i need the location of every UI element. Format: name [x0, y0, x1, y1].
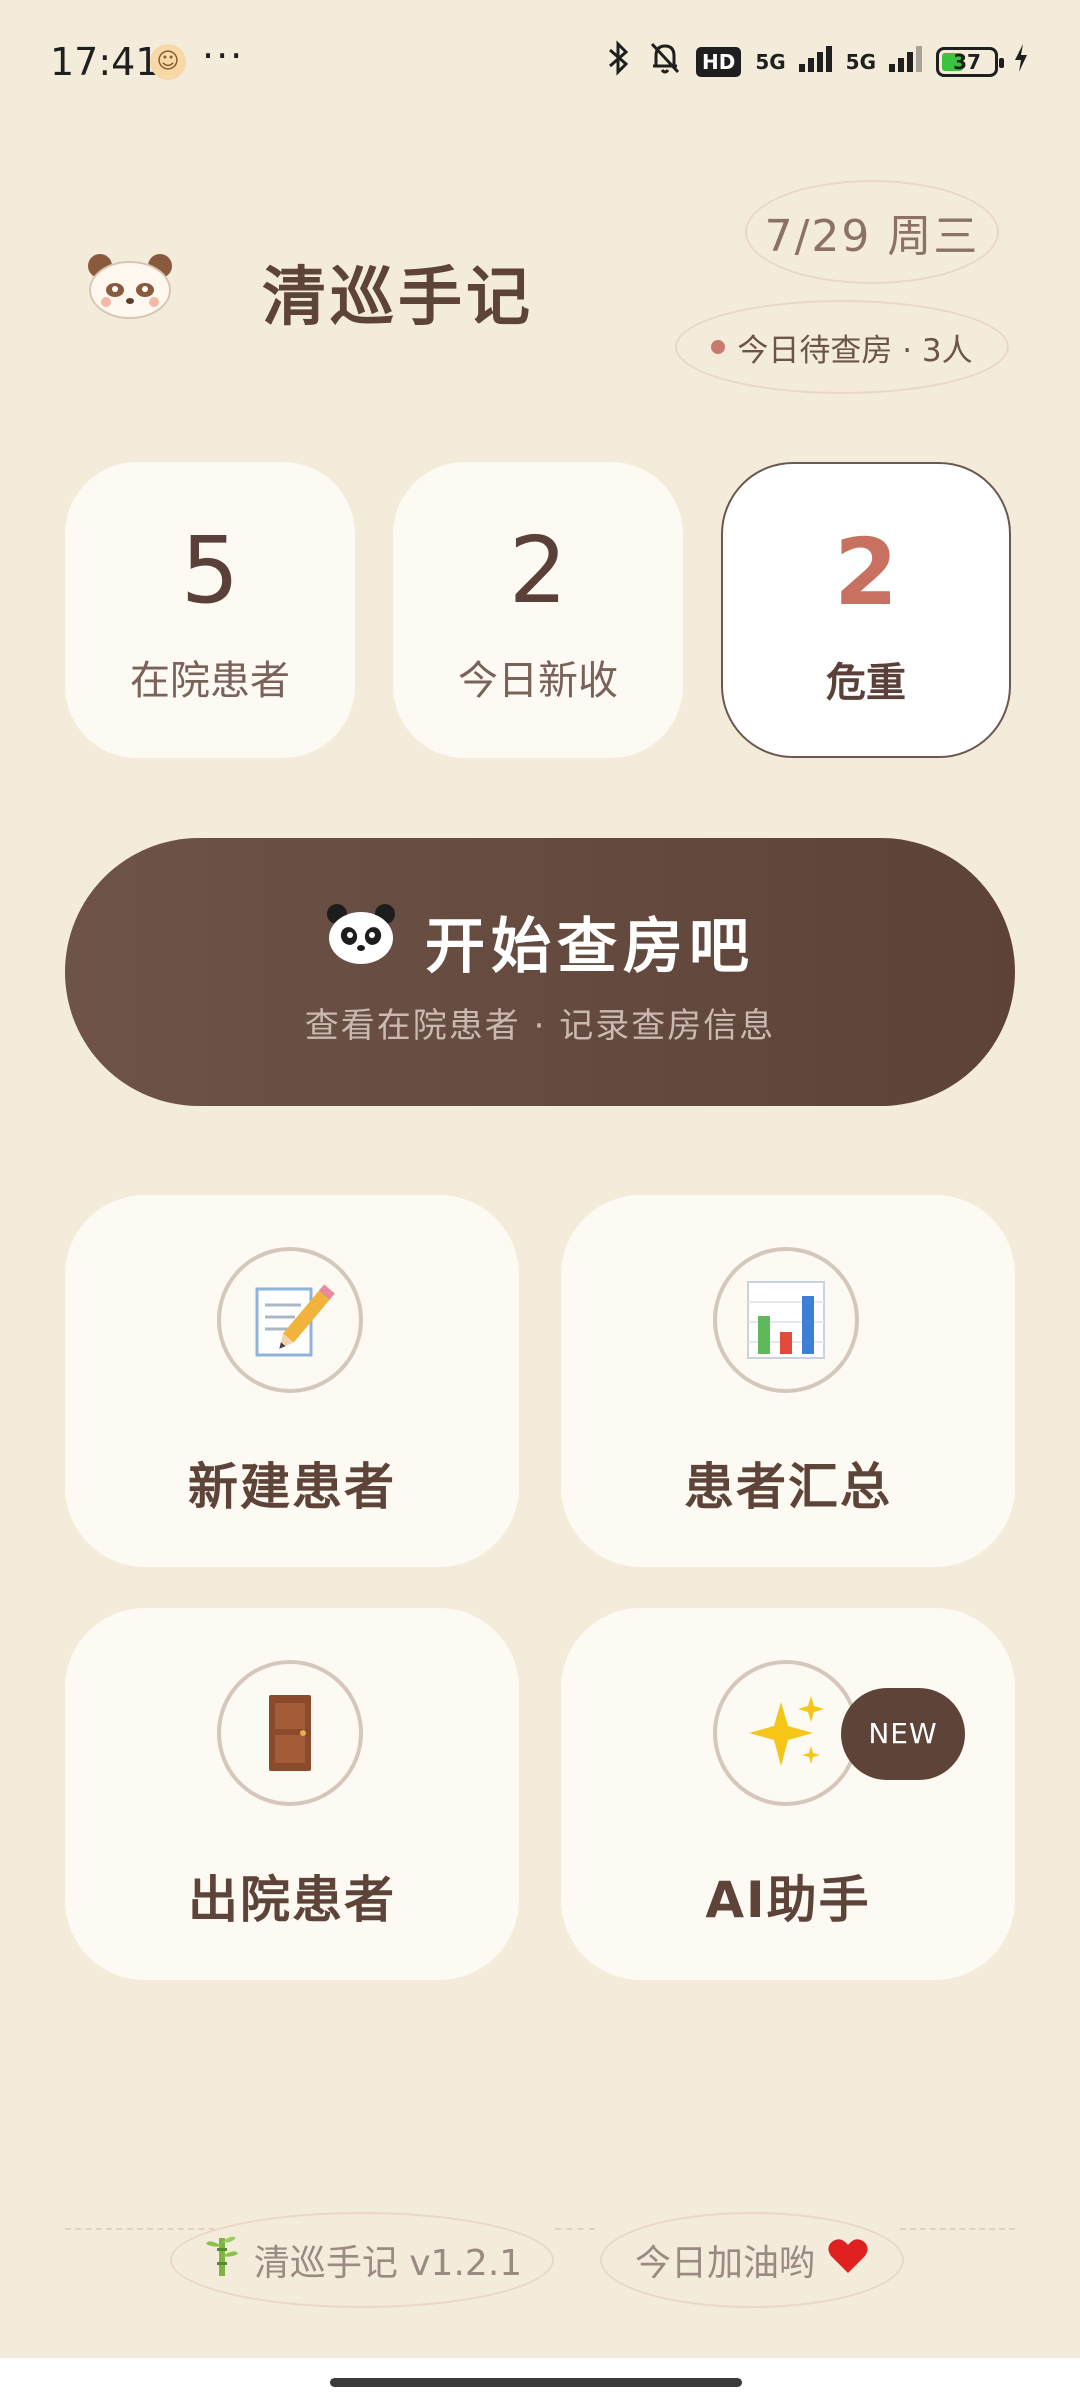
panda-icon — [325, 902, 397, 981]
cheer-badge: 今日加油哟 — [600, 2212, 904, 2308]
patient-summary-label: 患者汇总 — [684, 1458, 892, 1516]
stat-label: 在院患者 — [130, 658, 290, 704]
sparkles-icon — [713, 1660, 859, 1806]
discharged-patients-label: 出院患者 — [188, 1871, 396, 1929]
version-badge: 清巡手记 v1.2.1 — [170, 2212, 554, 2308]
status-bar: 17:41 ☺ ··· HD 5G 5G 37 — [0, 0, 1080, 130]
pending-rounds-text: 今日待查房 · 3人 — [737, 332, 973, 369]
ai-assistant-tile[interactable]: NEW AI助手 — [561, 1608, 1015, 1980]
new-patient-tile[interactable]: 新建患者 — [65, 1195, 519, 1567]
discharged-patients-tile[interactable]: 出院患者 — [65, 1608, 519, 1980]
patient-summary-tile[interactable]: 患者汇总 — [561, 1195, 1015, 1567]
footer-divider — [65, 2228, 225, 2230]
new-patient-label: 新建患者 — [188, 1458, 396, 1516]
door-icon — [217, 1660, 363, 1806]
bar-chart-icon — [713, 1247, 859, 1393]
stat-value: 2 — [508, 517, 568, 624]
status-time: 17:41 — [50, 40, 160, 84]
status-icons: HD 5G 5G 37 — [604, 40, 1030, 84]
mute-bell-icon — [648, 40, 682, 84]
cheer-text: 今日加油哟 — [634, 2243, 815, 2284]
hd-voice-badge: HD — [695, 47, 742, 77]
pending-rounds-badge: 今日待查房 · 3人 — [675, 300, 1009, 394]
version-text: 清巡手记 v1.2.1 — [253, 2243, 523, 2284]
bamboo-icon — [202, 2234, 242, 2287]
start-rounds-subtitle: 查看在院患者 · 记录查房信息 — [304, 1006, 776, 1046]
status-dot-icon — [711, 340, 726, 354]
start-rounds-button[interactable]: 开始查房吧 查看在院患者 · 记录查房信息 — [65, 838, 1015, 1106]
notification-app-icon: ☺ — [150, 44, 186, 80]
panda-avatar-icon[interactable] — [86, 250, 174, 320]
memo-pencil-icon — [217, 1247, 363, 1393]
new-badge: NEW — [841, 1688, 965, 1780]
more-notifications-icon: ··· — [202, 34, 245, 78]
stat-value: 2 — [833, 519, 898, 626]
home-indicator[interactable] — [330, 2378, 742, 2387]
footer-divider — [900, 2228, 1015, 2230]
start-rounds-title: 开始查房吧 — [65, 898, 1015, 985]
stat-card-critical[interactable]: 2 危重 — [721, 462, 1011, 758]
charging-icon — [1012, 42, 1030, 82]
start-rounds-label: 开始查房吧 — [425, 912, 755, 982]
stat-label: 危重 — [826, 660, 906, 706]
footer-divider — [555, 2228, 595, 2230]
stat-card-new-admissions[interactable]: 2 今日新收 — [393, 462, 683, 758]
battery-icon: 37 — [936, 47, 1004, 77]
signal-icon-sim1: 5G — [755, 46, 832, 74]
heart-icon — [827, 2237, 869, 2284]
app-title: 清巡手记 — [262, 261, 534, 335]
date-label: 7/29 周三 — [745, 180, 999, 284]
ai-assistant-label: AI助手 — [705, 1871, 871, 1929]
bluetooth-icon — [604, 40, 634, 84]
signal-icon-sim2: 5G — [846, 46, 922, 74]
stat-card-inpatients[interactable]: 5 在院患者 — [65, 462, 355, 758]
stat-value: 5 — [180, 517, 240, 624]
stat-label: 今日新收 — [458, 658, 618, 704]
